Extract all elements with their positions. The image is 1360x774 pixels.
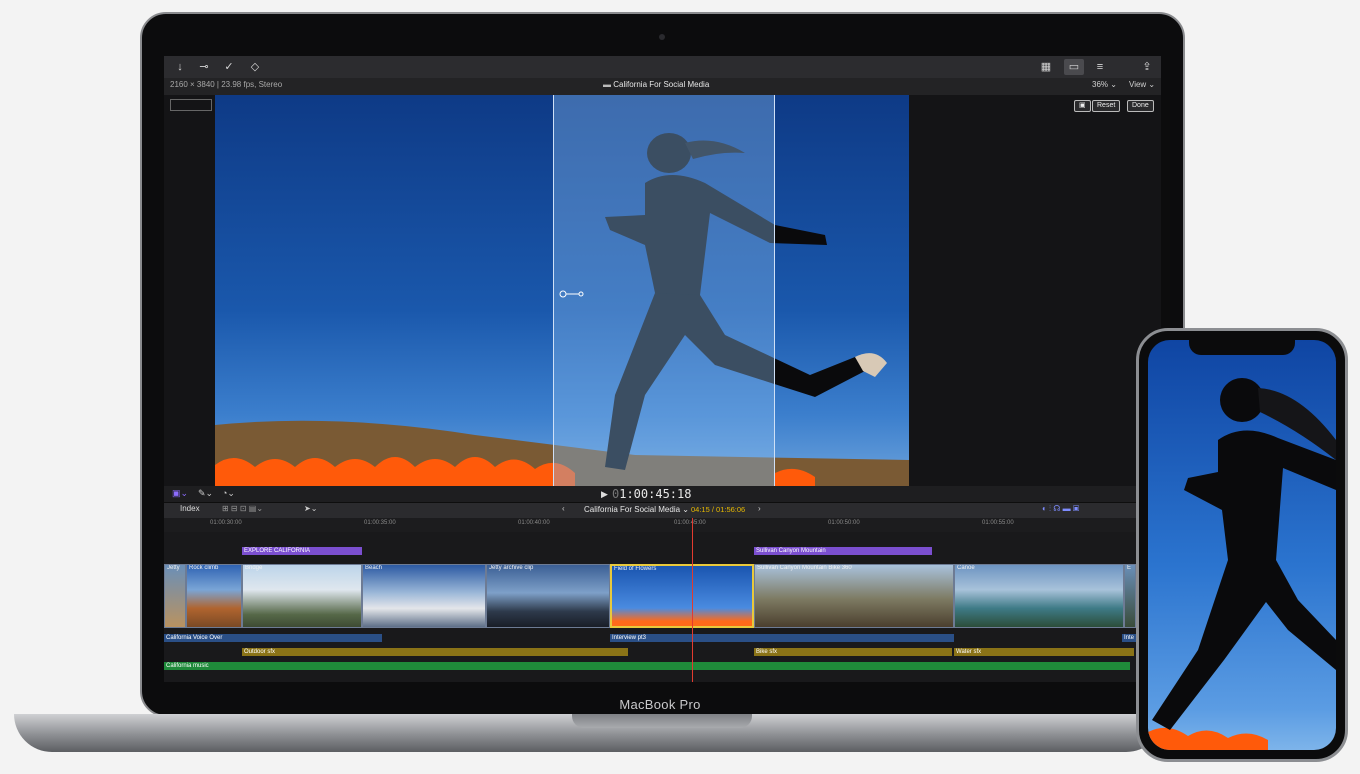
browser-icon[interactable]: ▦ [1038, 59, 1054, 75]
music-clip[interactable]: California music [164, 662, 1130, 670]
crop-handle-icon[interactable] [559, 285, 585, 298]
ruler-tick: 01:00:35:00 [364, 520, 396, 526]
audio-skimming-icon[interactable]: ◐ ⫶ ☊ ▬ ▣ [1042, 504, 1079, 514]
chevron-down-icon: ⌄ [1146, 80, 1156, 89]
timeline-duration: 04:15 / 01:56:06 [691, 505, 746, 514]
done-button[interactable]: Done [1127, 100, 1154, 112]
film-icon: ▬ [603, 80, 614, 89]
timeline-icon[interactable]: ▭ [1064, 59, 1084, 75]
dancer-figure [1148, 378, 1336, 750]
toolbar: ↓ ⊸ ✓ ◇ ▦ ▭ ≡ ⇪ [164, 56, 1161, 79]
title-clip[interactable]: EXPLORE CALIFORNIA [242, 547, 362, 555]
timeline-project-title[interactable]: California For Social Media ⌄ [584, 505, 689, 514]
audio-clip[interactable]: Interview pt3 [610, 634, 954, 642]
audio-clip[interactable]: California Voice Over [164, 634, 382, 642]
title-clip[interactable]: Sullivan Canyon Mountain [754, 547, 932, 555]
play-icon[interactable]: ▶ [601, 489, 608, 500]
inspector-icon[interactable]: ≡ [1092, 59, 1108, 75]
viewer-project-title: ▬ California For Social Media [603, 80, 710, 89]
index-button[interactable]: Index [180, 504, 200, 513]
timecode-display: 01:00:45:18 [612, 487, 692, 501]
ruler-tick: 01:00:55:00 [982, 520, 1014, 526]
back-icon[interactable]: ‹ [562, 504, 565, 513]
crop-region[interactable] [553, 95, 775, 486]
ruler-tick: 01:00:40:00 [518, 520, 550, 526]
import-icon[interactable]: ↓ [172, 59, 188, 75]
audio-clip[interactable]: Inte [1122, 634, 1136, 642]
video-clip[interactable]: Bridge [242, 564, 362, 628]
transform-tool-icon[interactable]: ▣⌄ [172, 488, 188, 499]
video-clip[interactable]: Jetty archive clip [486, 564, 610, 628]
format-info: 2160 × 3840 | 23.98 fps, Stereo [170, 80, 283, 89]
tag-icon[interactable]: ◇ [247, 59, 263, 75]
video-clip[interactable]: Jetty [164, 564, 186, 628]
video-clip[interactable]: Sullivan Canyon Mountain Bike 360 [754, 564, 954, 628]
ruler-tick: 01:00:50:00 [828, 520, 860, 526]
laptop-label: MacBook Pro [619, 697, 701, 712]
laptop-base-notch [572, 714, 752, 728]
view-menu[interactable]: View ⌄ [1129, 80, 1155, 89]
speed-icon[interactable]: ◔⌄ [222, 488, 235, 499]
overlay-toggle-button[interactable]: ▣ [1074, 100, 1091, 112]
key-icon[interactable]: ⊸ [196, 59, 212, 75]
zoom-menu[interactable]: 36% ⌄ [1092, 80, 1117, 89]
ruler-tick: 01:00:30:00 [210, 520, 242, 526]
video-clip[interactable]: Rock climb [186, 564, 242, 628]
video-clip[interactable]: E [1124, 564, 1136, 628]
forward-icon[interactable]: › [758, 504, 761, 513]
video-clip[interactable]: Beach [362, 564, 486, 628]
clip-appearance-icon[interactable]: ⊞ ⊟ ⊡ ▤⌄ [222, 504, 263, 513]
video-clip-selected[interactable]: Field of Flowers [610, 564, 754, 628]
enhance-icon[interactable]: ✎⌄ [198, 488, 213, 499]
phone-screen [1148, 340, 1336, 750]
chevron-down-icon: ⌄ [680, 505, 689, 514]
reset-button[interactable]: Reset [1092, 100, 1121, 112]
video-clip[interactable]: Canoe [954, 564, 1124, 628]
share-icon[interactable]: ⇪ [1139, 59, 1155, 75]
audio-clip[interactable]: Outdoor sfx [242, 648, 628, 656]
chevron-down-icon: ⌄ [1108, 80, 1117, 89]
select-tool-icon[interactable]: ➤⌄ [304, 504, 317, 513]
phone-notch [1189, 340, 1295, 355]
check-icon[interactable]: ✓ [221, 59, 237, 75]
audio-clip[interactable]: Bike sfx [754, 648, 952, 656]
transform-mode-buttons[interactable] [170, 99, 212, 111]
audio-clip[interactable]: Water sfx [954, 648, 1134, 656]
app-window: ↓ ⊸ ✓ ◇ ▦ ▭ ≡ ⇪ 2160 × 3840 | 23.98 fps,… [164, 56, 1161, 682]
playhead[interactable] [692, 518, 693, 682]
camera-icon [659, 34, 665, 40]
ruler-tick: 01:00:45:00 [674, 520, 706, 526]
